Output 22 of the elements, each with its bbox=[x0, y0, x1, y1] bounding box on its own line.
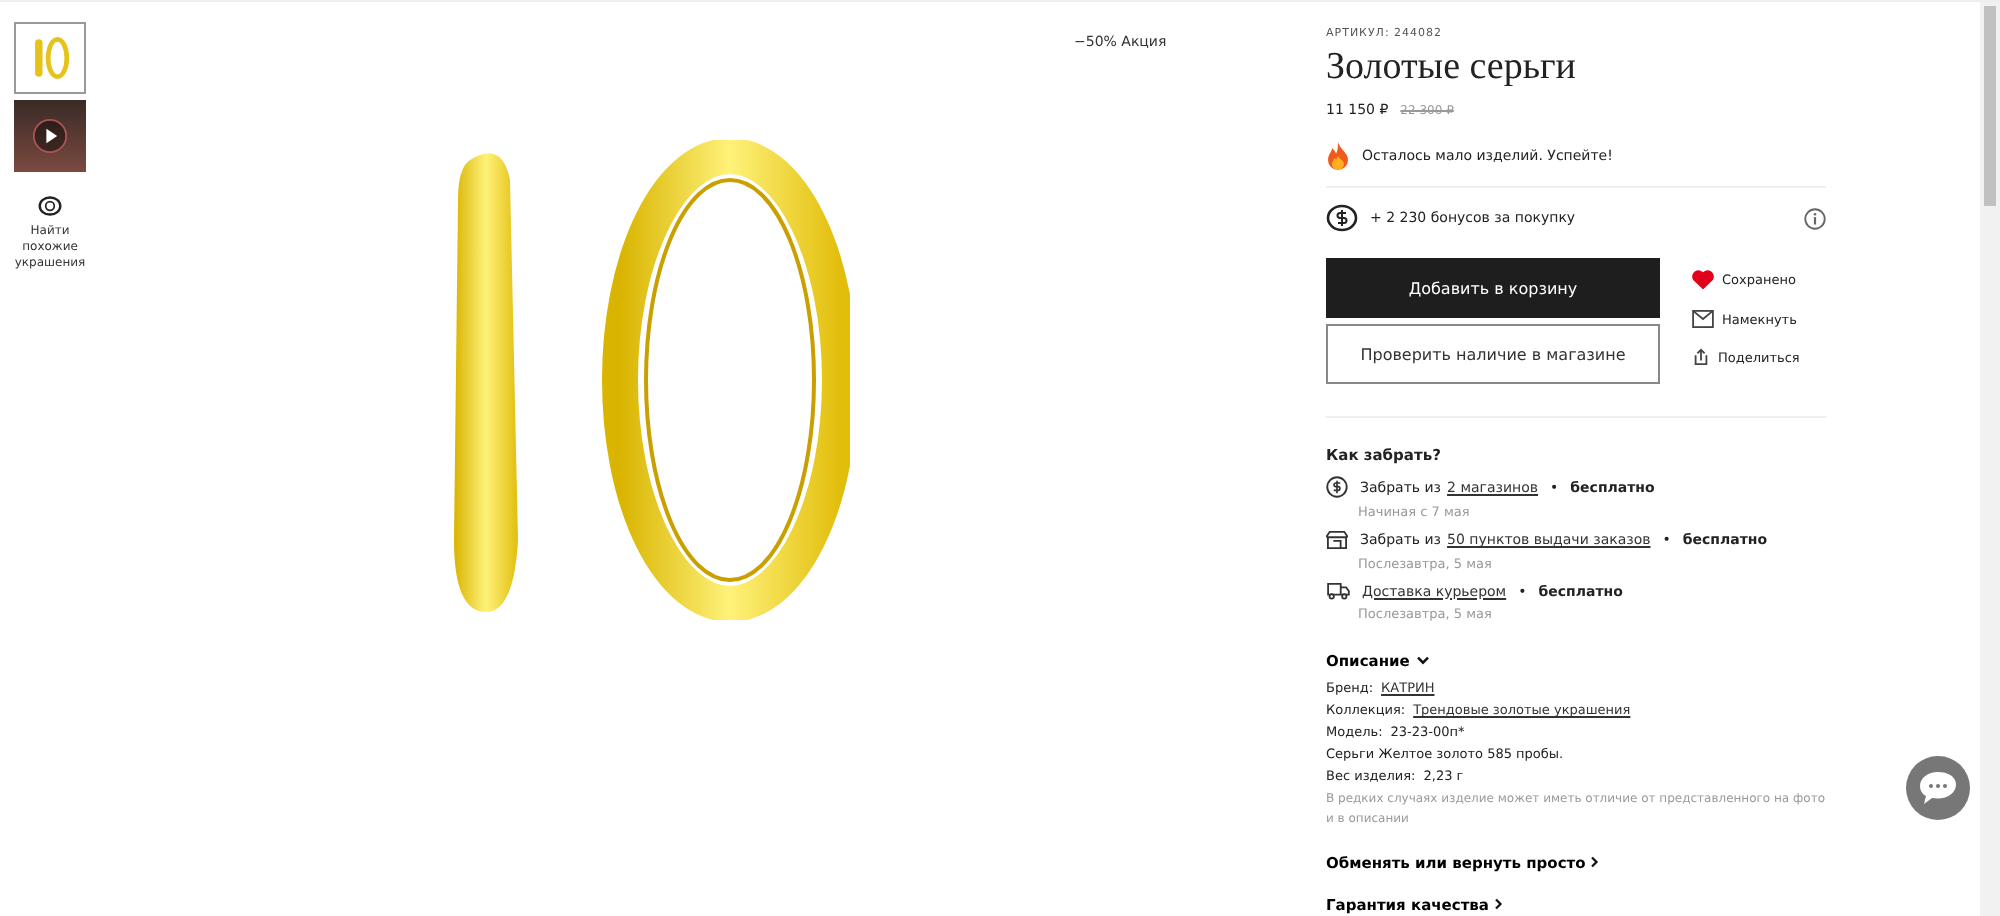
chevron-icon bbox=[1415, 656, 1430, 666]
chat-button[interactable] bbox=[1906, 756, 1970, 820]
truck-icon bbox=[1326, 582, 1350, 600]
envelope-icon[interactable] bbox=[1692, 310, 1714, 328]
add-to-cart-button[interactable]: Добавить в корзину bbox=[1326, 258, 1660, 318]
video-thumbnail[interactable] bbox=[14, 100, 86, 172]
check-store-button[interactable]: Проверить наличие в магазине bbox=[1326, 324, 1660, 384]
earring-thumbnail[interactable] bbox=[14, 22, 86, 94]
chevron-icon bbox=[1590, 856, 1601, 868]
chevron-icon bbox=[1494, 898, 1505, 910]
heart-icon[interactable] bbox=[1692, 270, 1714, 290]
speech-bubble-icon bbox=[1918, 770, 1958, 806]
flame-icon bbox=[1326, 142, 1350, 170]
similar-search-icon[interactable] bbox=[36, 194, 64, 218]
product-title: Золотые серьги bbox=[1326, 46, 1578, 90]
bonus-coin-icon bbox=[1326, 204, 1358, 232]
info-icon[interactable] bbox=[1804, 207, 1826, 229]
share-icon[interactable] bbox=[1692, 348, 1710, 366]
shop-icon bbox=[1326, 530, 1348, 550]
coin-icon bbox=[1326, 476, 1348, 498]
play-icon bbox=[32, 118, 68, 154]
scrollbar-thumb[interactable] bbox=[1984, 6, 1996, 206]
